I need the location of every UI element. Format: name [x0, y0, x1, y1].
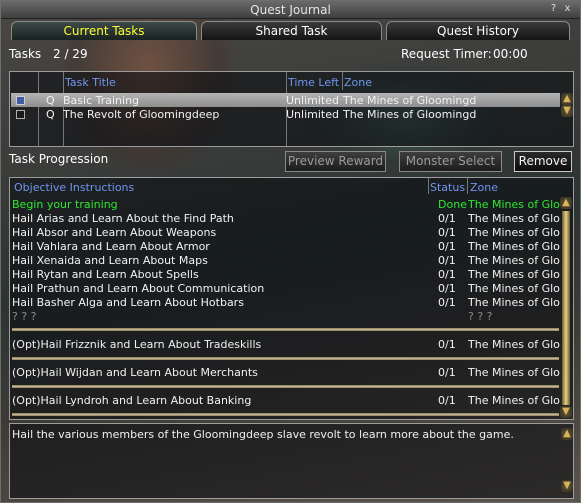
column-objective-instructions[interactable]: Objective Instructions [14, 181, 134, 194]
objectives-scrollbar[interactable]: ▲ ▼ [560, 197, 572, 419]
objectives-panel: Objective Instructions Status Zone Begin… [9, 177, 574, 420]
request-timer-label: Request Timer: [401, 47, 492, 61]
objective-zone: The Mines of Glo [468, 296, 560, 309]
objective-text: Hail Xenaida and Learn About Maps [12, 254, 208, 267]
optional-divider [12, 328, 559, 331]
objective-text: (Opt)Hail Lyndroh and Learn About Bankin… [12, 394, 252, 407]
objective-status: 0/1 [438, 338, 456, 351]
objective-status: 0/1 [438, 254, 456, 267]
objective-zone: The Mines of Glo [468, 366, 560, 379]
objective-text: Hail Arias and Learn About the Find Path [12, 212, 234, 225]
objective-status: 0/1 [438, 394, 456, 407]
task-title: The Revolt of Gloomingdeep [63, 108, 220, 121]
objective-text: Begin your training [12, 198, 118, 211]
task-type: Q [46, 108, 55, 121]
monster-select-button[interactable]: Monster Select [399, 151, 502, 172]
objective-status: 0/1 [438, 268, 456, 281]
objective-zone: The Mines of Glo [468, 226, 560, 239]
task-time-left: Unlimited [286, 108, 339, 121]
task-time-left: Unlimited [286, 94, 339, 107]
quest-journal-window: Quest Journal ? x Current Tasks Shared T… [0, 0, 581, 503]
request-timer-value: 00:00 [493, 47, 528, 61]
objective-zone: ? ? ? [468, 310, 493, 323]
column-status[interactable]: Status [430, 181, 465, 194]
objective-text: Hail Absor and Learn About Weapons [12, 226, 217, 239]
scroll-down-icon[interactable]: ▼ [560, 406, 572, 418]
task-list-panel: Task Title Time Left Zone Q Basic Traini… [9, 71, 574, 147]
column-time-left[interactable]: Time Left [288, 76, 339, 89]
preview-reward-button[interactable]: Preview Reward [285, 151, 386, 172]
objective-status: 0/1 [438, 282, 456, 295]
scroll-thumb[interactable] [562, 211, 570, 405]
task-checkbox[interactable] [16, 110, 25, 119]
objective-text: Hail Prathun and Learn About Communicati… [12, 282, 265, 295]
task-zone: The Mines of Gloomingd [343, 108, 477, 121]
column-objective-zone[interactable]: Zone [470, 181, 498, 194]
scroll-down-icon[interactable]: ▼ [561, 105, 573, 117]
task-list-scrollbar[interactable]: ▲ ▼ [561, 93, 573, 145]
task-description: Hail the various members of the Glooming… [12, 428, 514, 441]
objective-zone: The Mines of Glo [468, 282, 560, 295]
task-checkbox[interactable] [16, 96, 25, 105]
objective-status: 0/1 [438, 226, 456, 239]
scroll-down-icon[interactable]: ▼ [561, 480, 573, 492]
objective-zone: The Mines of Glo [468, 394, 560, 407]
column-zone[interactable]: Zone [344, 76, 372, 89]
tasks-count-label: Tasks [9, 47, 42, 61]
optional-divider [12, 413, 559, 416]
objective-status: 0/1 [438, 212, 456, 225]
scroll-up-icon[interactable]: ▲ [561, 428, 573, 440]
tab-quest-history[interactable]: Quest History [386, 21, 570, 40]
help-button[interactable]: ? [548, 3, 559, 15]
objective-text: Hail Rytan and Learn About Spells [12, 268, 199, 281]
objective-text: Hail Basher Alga and Learn About Hotbars [12, 296, 244, 309]
objective-status: Done [438, 198, 467, 211]
task-type: Q [46, 94, 55, 107]
objective-zone: The Mines of Glo [468, 198, 560, 211]
optional-divider [12, 357, 559, 360]
objective-text: ? ? ? [12, 310, 37, 323]
scroll-up-icon[interactable]: ▲ [561, 93, 573, 105]
tab-shared-task[interactable]: Shared Task [201, 21, 382, 40]
tasks-count-value: 2 / 29 [53, 47, 88, 61]
objective-zone: The Mines of Glo [468, 268, 560, 281]
objective-zone: The Mines of Glo [468, 240, 560, 253]
optional-divider [12, 385, 559, 388]
scroll-up-icon[interactable]: ▲ [560, 197, 572, 209]
objective-status: 0/1 [438, 366, 456, 379]
window-title: Quest Journal [250, 3, 331, 17]
remove-button[interactable]: Remove [514, 151, 572, 172]
objective-zone: The Mines of Glo [468, 254, 560, 267]
objective-zone: The Mines of Glo [468, 338, 560, 351]
task-zone: The Mines of Gloomingd [343, 94, 477, 107]
objective-text: Hail Vahlara and Learn About Armor [12, 240, 210, 253]
task-title: Basic Training [63, 94, 140, 107]
objective-zone: The Mines of Glo [468, 212, 560, 225]
objective-status: 0/1 [438, 296, 456, 309]
tab-current-tasks[interactable]: Current Tasks [11, 21, 197, 40]
close-button[interactable]: x [562, 3, 573, 15]
task-progression-label: Task Progression [9, 152, 109, 166]
objective-text: (Opt)Hail Wijdan and Learn About Merchan… [12, 366, 258, 379]
description-scrollbar[interactable]: ▲ ▼ [561, 428, 573, 494]
objective-status: 0/1 [438, 240, 456, 253]
column-task-title[interactable]: Task Title [65, 76, 116, 89]
title-bar[interactable]: Quest Journal ? x [1, 1, 580, 19]
objective-text: (Opt)Hail Frizznik and Learn About Trade… [12, 338, 262, 351]
